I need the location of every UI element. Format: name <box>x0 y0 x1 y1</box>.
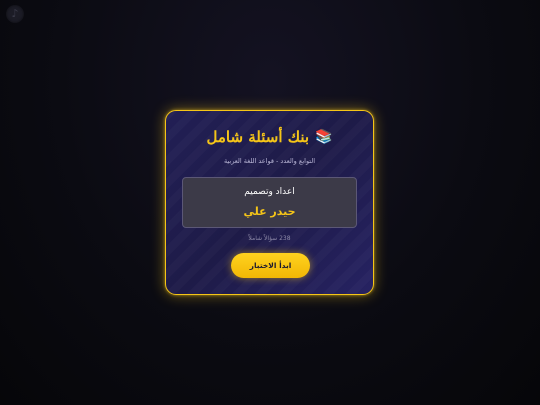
books-icon: 📚 <box>315 129 333 145</box>
music-note-icon[interactable]: ♪ <box>6 5 24 23</box>
card-subtitle: التوابع والعدد - قواعد اللغة العربية <box>223 157 316 165</box>
author-box: اعداد وتصميم حيدر علي <box>182 177 357 228</box>
question-count: 238 سؤالاً شاملاً <box>248 235 291 242</box>
author-name: حيدر علي <box>243 205 296 218</box>
author-label: اعداد وتصميم <box>244 187 295 197</box>
title-text: بنك أسئلة شامل <box>206 128 310 146</box>
card-title: 📚 بنك أسئلة شامل <box>166 128 373 146</box>
welcome-card: 📚 بنك أسئلة شامل التوابع والعدد - قواعد … <box>165 110 374 295</box>
start-quiz-button[interactable]: ابدأ الاختبار <box>231 253 310 278</box>
